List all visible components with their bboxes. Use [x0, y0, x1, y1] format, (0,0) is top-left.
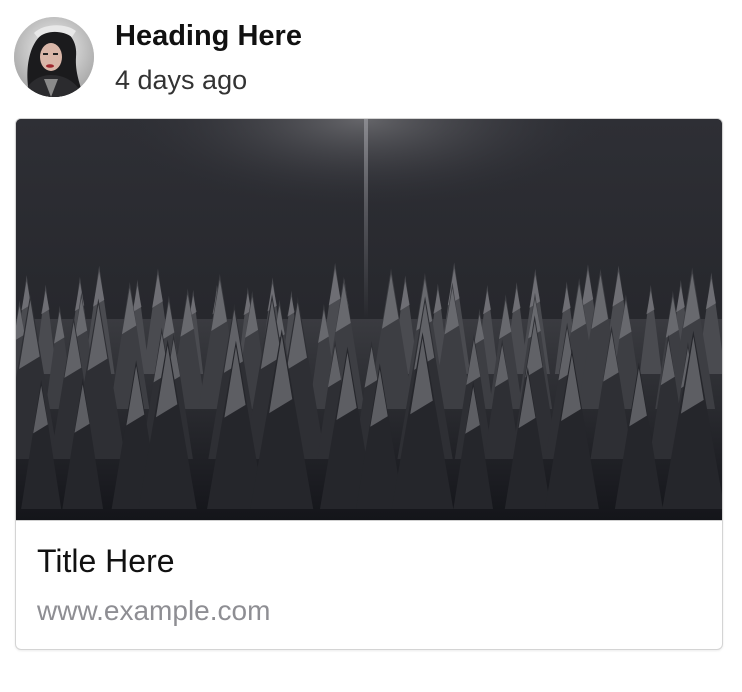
avatar-photo-icon: [14, 17, 94, 97]
link-title[interactable]: Title Here: [37, 543, 175, 580]
link-url[interactable]: www.example.com: [37, 595, 270, 627]
post-heading: Heading Here: [115, 20, 302, 52]
card-divider: [16, 520, 722, 521]
avatar[interactable]: [14, 17, 94, 97]
link-preview-image[interactable]: [16, 119, 722, 520]
post-header: Heading Here 4 days ago: [14, 17, 714, 99]
link-preview-card[interactable]: Title Here www.example.com: [15, 118, 723, 650]
snowy-forest-photo-icon: [16, 119, 722, 520]
post-timestamp: 4 days ago: [115, 65, 248, 95]
